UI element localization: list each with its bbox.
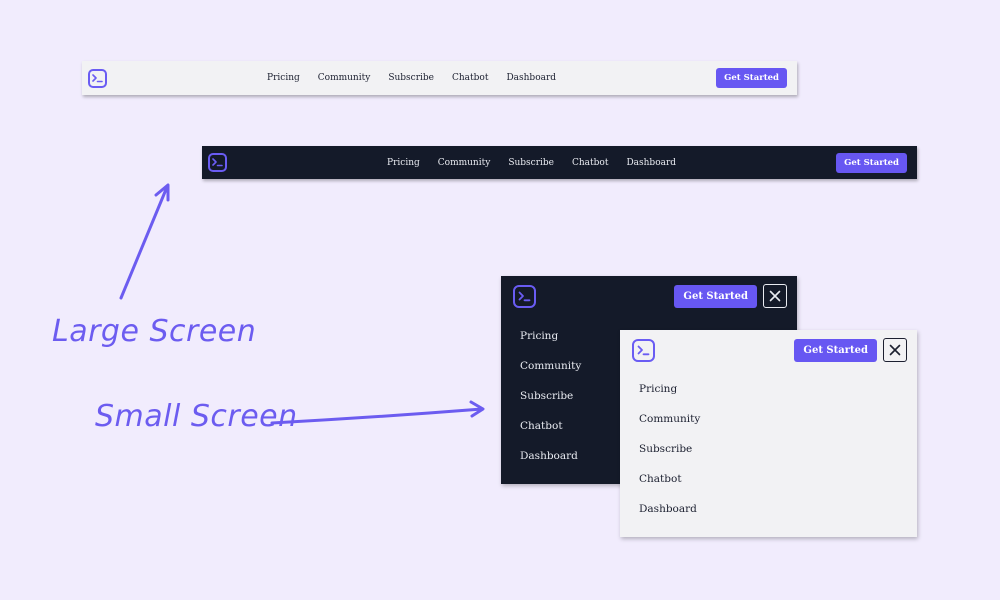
mobile-nav-links: Pricing Community Subscribe Chatbot Dash… <box>520 328 581 464</box>
get-started-button[interactable]: Get Started <box>674 284 757 308</box>
nav-link-chatbot[interactable]: Chatbot <box>520 418 581 434</box>
nav-link-chatbot[interactable]: Chatbot <box>452 73 488 83</box>
close-icon[interactable] <box>763 284 787 308</box>
logo-terminal-icon[interactable] <box>513 284 536 308</box>
navbar-dark-large: Pricing Community Subscribe Chatbot Dash… <box>202 146 917 179</box>
arrow-to-small-screen <box>270 400 485 425</box>
nav-link-community[interactable]: Community <box>520 358 581 374</box>
nav-link-subscribe[interactable]: Subscribe <box>508 158 554 168</box>
close-icon[interactable] <box>883 338 907 362</box>
get-started-button[interactable]: Get Started <box>836 152 907 173</box>
nav-link-subscribe[interactable]: Subscribe <box>520 388 581 404</box>
nav-link-community[interactable]: Community <box>438 158 491 168</box>
logo-terminal-icon[interactable] <box>208 153 227 172</box>
nav-link-subscribe[interactable]: Subscribe <box>388 73 434 83</box>
mobile-header: Get Started <box>513 284 787 308</box>
nav-link-dashboard[interactable]: Dashboard <box>626 158 676 168</box>
nav-link-chatbot[interactable]: Chatbot <box>572 158 608 168</box>
nav-links: Pricing Community Subscribe Chatbot Dash… <box>107 73 716 83</box>
nav-link-community[interactable]: Community <box>318 73 371 83</box>
get-started-button[interactable]: Get Started <box>794 338 877 362</box>
nav-link-pricing[interactable]: Pricing <box>387 158 420 168</box>
mobile-nav-links: Pricing Community Subscribe Chatbot Dash… <box>639 381 700 517</box>
mobile-header: Get Started <box>632 338 907 362</box>
nav-link-community[interactable]: Community <box>639 411 700 427</box>
nav-link-dashboard[interactable]: Dashboard <box>639 501 700 517</box>
nav-link-dashboard[interactable]: Dashboard <box>520 448 581 464</box>
annotation-large-screen: Large Screen <box>52 314 257 349</box>
nav-link-chatbot[interactable]: Chatbot <box>639 471 700 487</box>
mobile-menu-light: Get Started Pricing Community Subscribe … <box>620 330 917 537</box>
nav-link-pricing[interactable]: Pricing <box>520 328 581 344</box>
arrow-to-large-screen <box>119 183 170 300</box>
nav-link-dashboard[interactable]: Dashboard <box>506 73 556 83</box>
logo-terminal-icon[interactable] <box>88 68 107 88</box>
nav-links: Pricing Community Subscribe Chatbot Dash… <box>227 158 836 168</box>
annotation-small-screen: Small Screen <box>95 399 298 434</box>
nav-link-pricing[interactable]: Pricing <box>639 381 700 397</box>
get-started-button[interactable]: Get Started <box>716 68 787 88</box>
logo-terminal-icon[interactable] <box>632 338 655 362</box>
nav-link-subscribe[interactable]: Subscribe <box>639 441 700 457</box>
nav-link-pricing[interactable]: Pricing <box>267 73 300 83</box>
navbar-light-large: Pricing Community Subscribe Chatbot Dash… <box>82 61 797 95</box>
